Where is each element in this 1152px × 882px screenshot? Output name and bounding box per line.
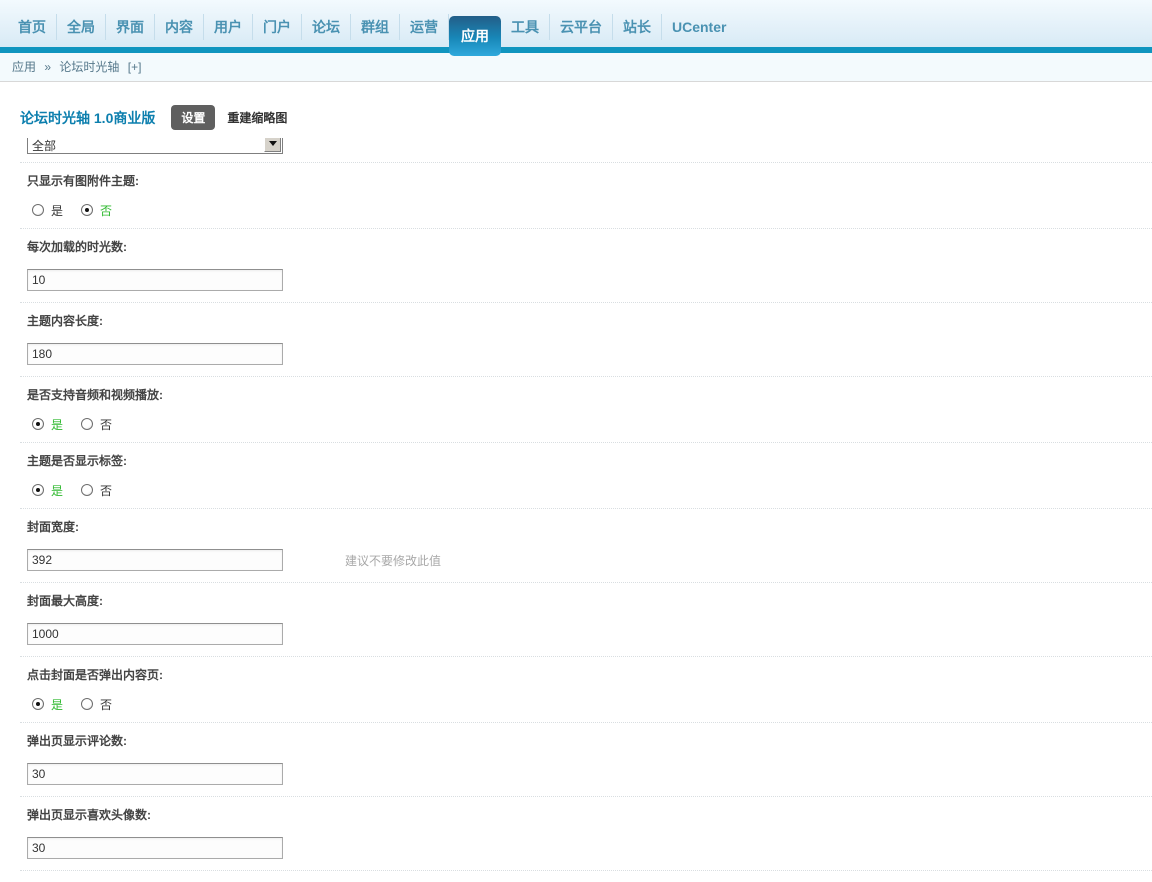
forum-scope-select-clipped: 全部 [27,138,285,154]
radio-group: 是 否 [32,482,1152,499]
cover-max-height-input[interactable] [27,623,283,645]
content-length-input[interactable] [27,343,283,365]
setting-label: 弹出页显示喜欢头像数: [27,808,151,822]
setting-label: 点击封面是否弹出内容页: [27,668,163,682]
nav-item-forum[interactable]: 论坛 [302,14,351,40]
nav-item-group[interactable]: 群组 [351,14,400,40]
radio-group: 是 否 [32,416,1152,433]
radio-option-no[interactable]: 否 [81,482,112,499]
nav-item-tools[interactable]: 工具 [501,14,550,40]
setting-row-popup-like-avatars: 弹出页显示喜欢头像数: [20,797,1152,871]
dropdown-button[interactable] [264,138,281,152]
forum-scope-select[interactable]: 全部 [27,138,283,154]
radio-group: 是 否 [32,696,1152,713]
radio-option-yes[interactable]: 是 [32,202,63,219]
nav-item-app-active[interactable]: 应用 [449,16,501,56]
setting-row-content-length: 主题内容长度: [20,303,1152,377]
radio-icon[interactable] [81,698,94,710]
popup-like-avatar-count-input[interactable] [27,837,283,859]
breadcrumb-section[interactable]: 应用 [12,60,36,74]
radio-label: 否 [100,483,113,498]
setting-label: 弹出页显示评论数: [27,734,127,748]
nav-item-user[interactable]: 用户 [204,14,253,40]
nav-item-ucenter[interactable]: UCenter [662,14,736,40]
load-count-input[interactable] [27,269,283,291]
radio-label: 否 [100,417,113,432]
radio-icon[interactable] [81,204,94,216]
radio-label: 是 [51,203,64,218]
radio-option-yes[interactable]: 是 [32,696,63,713]
setting-row-media-playback: 是否支持音频和视频播放: 是 否 [20,377,1152,443]
radio-label: 是 [51,417,64,432]
popup-comment-count-input[interactable] [27,763,283,785]
breadcrumb: 应用 » 论坛时光轴 [+] [0,53,1152,82]
radio-option-no[interactable]: 否 [81,416,112,433]
nav-item-portal[interactable]: 门户 [253,14,302,40]
radio-label: 是 [51,697,64,712]
setting-label: 只显示有图附件主题: [27,174,139,188]
setting-row-image-only: 只显示有图附件主题: 是 否 [20,163,1152,229]
radio-icon[interactable] [32,418,44,430]
nav-item-global[interactable]: 全局 [57,14,106,40]
nav-item-content[interactable]: 内容 [155,14,204,40]
nav-item-interface[interactable]: 界面 [106,14,155,40]
nav-item-home[interactable]: 首页 [8,14,57,40]
nav-item-cloud[interactable]: 云平台 [550,14,613,40]
setting-row-cover-width: 封面宽度: 建议不要修改此值 [20,509,1152,583]
setting-row-load-count: 每次加载的时光数: [20,229,1152,303]
setting-label: 主题内容长度: [27,314,103,328]
radio-group: 是 否 [32,202,1152,219]
radio-icon[interactable] [32,204,44,216]
setting-label: 主题是否显示标签: [27,454,127,468]
breadcrumb-page: 论坛时光轴 [59,60,120,74]
radio-icon[interactable] [32,698,44,710]
radio-icon[interactable] [81,418,94,430]
cover-width-input[interactable] [27,549,283,571]
radio-label: 是 [51,483,64,498]
radio-option-yes[interactable]: 是 [32,482,63,499]
breadcrumb-expand-toggle[interactable]: [+] [128,60,142,74]
setting-label: 每次加载的时光数: [27,240,127,254]
nav-item-operation[interactable]: 运营 [400,14,449,40]
dropdown-arrow-icon [268,140,277,146]
radio-icon[interactable] [32,484,44,496]
page-header: 论坛时光轴 1.0商业版 设置 重建缩略图 [0,82,1152,130]
radio-label: 否 [100,697,113,712]
radio-icon[interactable] [81,484,94,496]
setting-label: 是否支持音频和视频播放: [27,388,163,402]
radio-option-no[interactable]: 否 [81,202,112,219]
nav-item-webmaster[interactable]: 站长 [613,14,662,40]
radio-option-yes[interactable]: 是 [32,416,63,433]
rebuild-thumbnail-link[interactable]: 重建缩略图 [227,109,287,126]
radio-option-no[interactable]: 否 [81,696,112,713]
setting-row-partial: 显示大图: [20,871,1152,882]
settings-button[interactable]: 设置 [171,105,216,130]
top-navbar: 首页 全局 界面 内容 用户 门户 论坛 群组 运营 应用 工具 云平台 站长 … [0,0,1152,56]
forum-scope-select-value: 全部 [32,139,57,153]
settings-form: 全部 只显示有图附件主题: 是 否 每次加载的时光数: 主题内容长度: 是否支持… [20,138,1152,882]
forum-scope-row: 全部 [20,138,1152,163]
setting-row-show-tags: 主题是否显示标签: 是 否 [20,443,1152,509]
setting-hint: 建议不要修改此值 [345,553,442,568]
setting-label: 封面宽度: [27,520,79,534]
setting-label: 封面最大高度: [27,594,103,608]
breadcrumb-separator-icon: » [44,60,52,74]
setting-row-cover-max-height: 封面最大高度: [20,583,1152,657]
page-title: 论坛时光轴 1.0商业版 [20,109,156,126]
radio-label: 否 [100,203,113,218]
setting-row-popup-comments: 弹出页显示评论数: [20,723,1152,797]
setting-row-popup-on-click: 点击封面是否弹出内容页: 是 否 [20,657,1152,723]
